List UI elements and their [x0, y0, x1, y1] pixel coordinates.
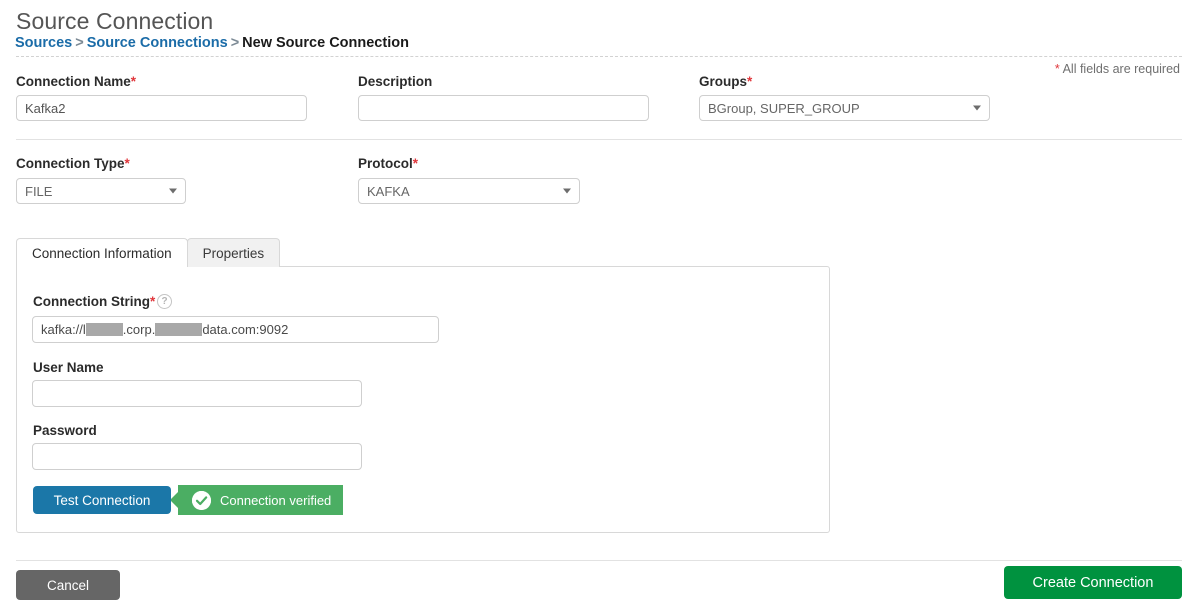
redaction-block-2	[155, 323, 203, 336]
breadcrumb-current: New Source Connection	[242, 35, 409, 51]
connection-verified-badge: Connection verified	[178, 485, 344, 515]
user-name-label: User Name	[33, 360, 104, 375]
chevron-down-icon	[563, 188, 571, 194]
header-divider	[16, 56, 1182, 57]
connection-string-value-part3: data.com:9092	[202, 322, 289, 337]
connection-type-select[interactable]: FILE	[16, 178, 186, 204]
chevron-down-icon	[169, 188, 177, 194]
breadcrumb-link-source-connections[interactable]: Source Connections	[87, 35, 228, 51]
groups-label-text: Groups	[699, 74, 748, 89]
connection-name-required-mark: *	[130, 74, 137, 89]
breadcrumb-separator-2: >	[230, 35, 240, 51]
tab-connection-information-label: Connection Information	[32, 245, 172, 261]
connection-string-value-part1: kafka://l	[41, 322, 86, 337]
connection-type-label: Connection Type*	[16, 156, 130, 171]
breadcrumb-link-sources[interactable]: Sources	[15, 35, 72, 51]
tab-properties-label: Properties	[202, 245, 265, 261]
breadcrumb: Sources > Source Connections > New Source Co…	[15, 35, 409, 51]
check-circle-icon	[192, 490, 211, 510]
protocol-required-mark: *	[412, 156, 419, 171]
question-mark-icon[interactable]: ?	[157, 294, 172, 309]
footer-divider	[16, 560, 1182, 561]
source-connection-page: Source Connection Sources > Source Connect…	[0, 0, 1198, 611]
chevron-down-icon	[973, 105, 981, 111]
groups-select[interactable]: BGroup, SUPER_GROUP	[699, 95, 990, 121]
password-label-text: Password	[33, 423, 97, 438]
tab-bar: Connection Information Properties	[16, 238, 281, 268]
connection-name-label: Connection Name*	[16, 74, 136, 89]
connection-name-input[interactable]	[16, 95, 307, 121]
protocol-label: Protocol*	[358, 156, 418, 171]
connection-name-label-text: Connection Name	[16, 74, 131, 89]
create-connection-button[interactable]: Create Connection	[1004, 566, 1182, 599]
connection-type-label-text: Connection Type	[16, 156, 125, 171]
connection-type-select-value: FILE	[25, 183, 53, 199]
groups-select-value: BGroup, SUPER_GROUP	[708, 100, 860, 116]
connection-string-required-mark: *	[150, 294, 156, 309]
protocol-label-text: Protocol	[358, 156, 413, 171]
user-name-input[interactable]	[32, 380, 362, 407]
required-note-text: All fields are required	[1062, 62, 1180, 76]
section-divider-1	[16, 139, 1182, 140]
protocol-select-value: KAFKA	[367, 183, 410, 199]
description-input[interactable]	[358, 95, 649, 121]
test-connection-button[interactable]: Test Connection	[33, 486, 171, 514]
protocol-select[interactable]: KAFKA	[358, 178, 580, 204]
password-input[interactable]	[32, 443, 362, 470]
connection-string-label: Connection String*	[33, 294, 155, 309]
connection-string-label-text: Connection String	[33, 294, 150, 309]
required-note-asterisk: *	[1054, 62, 1060, 76]
connection-string-input[interactable]: kafka://l .corp. data.com:9092	[32, 316, 439, 343]
connection-string-value-part2: .corp.	[122, 322, 156, 337]
cancel-button[interactable]: Cancel	[16, 570, 120, 600]
redaction-block-1	[85, 323, 123, 336]
page-title: Source Connection	[16, 8, 214, 34]
required-fields-note: * All fields are required	[1055, 62, 1180, 76]
breadcrumb-separator: >	[75, 35, 84, 51]
connection-type-required-mark: *	[124, 156, 130, 171]
groups-label: Groups*	[699, 74, 752, 89]
password-label: Password	[33, 423, 97, 438]
description-label: Description	[358, 74, 432, 89]
tab-properties[interactable]: Properties	[186, 238, 281, 267]
tab-connection-information[interactable]: Connection Information	[16, 238, 188, 268]
groups-required-mark: *	[747, 74, 753, 89]
description-label-text: Description	[358, 74, 433, 89]
connection-verified-label: Connection verified	[220, 492, 332, 508]
user-name-label-text: User Name	[33, 360, 104, 375]
